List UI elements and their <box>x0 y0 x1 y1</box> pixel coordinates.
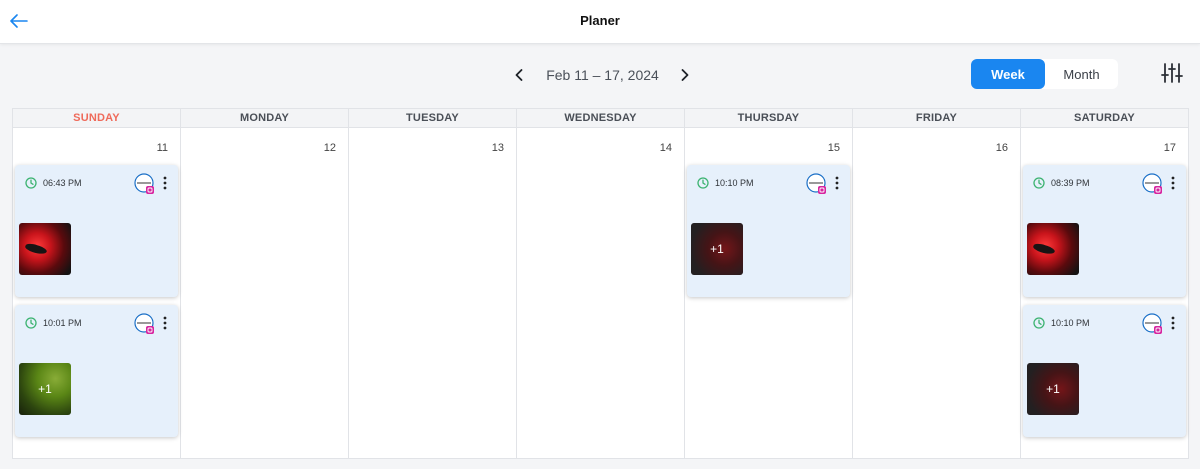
clock-icon <box>697 177 709 189</box>
instagram-account-icon <box>1142 173 1162 194</box>
post-time: 10:01 PM <box>25 317 82 329</box>
chevron-left-icon <box>515 69 523 81</box>
day-column-sunday: SUNDAY 11 06:43 PM 10:01 PM +1 <box>13 109 181 458</box>
month-view-button[interactable]: Month <box>1045 59 1118 89</box>
day-header: THURSDAY <box>685 109 852 128</box>
filter-button[interactable] <box>1161 62 1183 84</box>
post-time-label: 06:43 PM <box>43 178 82 188</box>
extra-media-count: +1 <box>691 223 743 275</box>
more-options-icon[interactable] <box>161 315 169 331</box>
post-card[interactable]: 06:43 PM <box>15 165 178 297</box>
post-time-label: 10:10 PM <box>1051 318 1090 328</box>
next-week-button[interactable] <box>676 66 694 84</box>
more-options-icon[interactable] <box>1169 175 1177 191</box>
top-bar: Planer <box>0 0 1200 44</box>
post-time: 10:10 PM <box>1033 317 1090 329</box>
week-view-button[interactable]: Week <box>971 59 1045 89</box>
date-range-label: Feb 11 – 17, 2024 <box>546 67 659 83</box>
post-time-label: 08:39 PM <box>1051 178 1090 188</box>
instagram-account-icon <box>134 313 154 334</box>
post-thumbnail: +1 <box>691 223 743 275</box>
day-number: 13 <box>491 142 504 154</box>
clock-icon <box>1033 317 1045 329</box>
post-thumbnail <box>1027 223 1079 275</box>
chevron-right-icon <box>681 69 689 81</box>
page-title: Planer <box>580 13 620 28</box>
week-calendar: SUNDAY 11 06:43 PM 10:01 PM +1 MONDAY 12… <box>12 108 1189 459</box>
day-number: 14 <box>659 142 672 154</box>
sliders-icon <box>1161 63 1183 83</box>
day-header: MONDAY <box>181 109 348 128</box>
day-number: 17 <box>1163 142 1176 154</box>
day-header: SATURDAY <box>1021 109 1188 128</box>
day-column-saturday: SATURDAY 17 08:39 PM 10:10 PM +1 <box>1021 109 1188 458</box>
extra-media-count: +1 <box>1027 363 1079 415</box>
day-number: 16 <box>995 142 1008 154</box>
post-card[interactable]: 08:39 PM <box>1023 165 1186 297</box>
clock-icon <box>25 177 37 189</box>
instagram-account-icon <box>1142 313 1162 334</box>
post-card[interactable]: 10:10 PM +1 <box>687 165 850 297</box>
clock-icon <box>1033 177 1045 189</box>
day-header: WEDNESDAY <box>517 109 684 128</box>
day-column-monday: MONDAY 12 <box>181 109 349 458</box>
day-column-thursday: THURSDAY 15 10:10 PM +1 <box>685 109 853 458</box>
post-card[interactable]: 10:01 PM +1 <box>15 305 178 437</box>
post-time: 10:10 PM <box>697 177 754 189</box>
more-options-icon[interactable] <box>161 175 169 191</box>
day-header: SUNDAY <box>13 109 180 128</box>
day-number: 12 <box>323 142 336 154</box>
day-header: FRIDAY <box>853 109 1020 128</box>
more-options-icon[interactable] <box>833 175 841 191</box>
day-column-tuesday: TUESDAY 13 <box>349 109 517 458</box>
day-number: 15 <box>827 142 840 154</box>
post-time-label: 10:01 PM <box>43 318 82 328</box>
post-time: 06:43 PM <box>25 177 82 189</box>
post-thumbnail: +1 <box>1027 363 1079 415</box>
instagram-account-icon <box>806 173 826 194</box>
day-column-wednesday: WEDNESDAY 14 <box>517 109 685 458</box>
post-thumbnail <box>19 223 71 275</box>
instagram-account-icon <box>134 173 154 194</box>
post-card[interactable]: 10:10 PM +1 <box>1023 305 1186 437</box>
view-toggle: Week Month <box>971 59 1118 89</box>
clock-icon <box>25 317 37 329</box>
previous-week-button[interactable] <box>510 66 528 84</box>
post-time: 08:39 PM <box>1033 177 1090 189</box>
post-thumbnail: +1 <box>19 363 71 415</box>
day-column-friday: FRIDAY 16 <box>853 109 1021 458</box>
extra-media-count: +1 <box>19 363 71 415</box>
day-header: TUESDAY <box>349 109 516 128</box>
more-options-icon[interactable] <box>1169 315 1177 331</box>
post-time-label: 10:10 PM <box>715 178 754 188</box>
day-number: 11 <box>156 142 168 154</box>
